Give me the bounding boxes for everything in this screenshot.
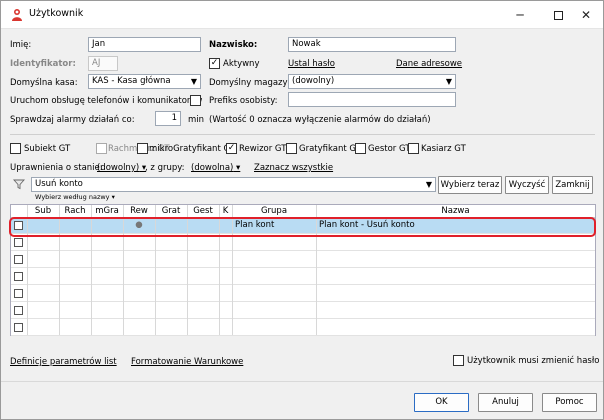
column-header-grupa[interactable]: Grupa: [232, 206, 316, 216]
search-hint-dropdown[interactable]: Wybierz według nazwy ▾: [35, 193, 115, 201]
module-subiekt-checkbox[interactable]: [10, 143, 21, 154]
aktywny-checkbox[interactable]: ✓: [209, 58, 220, 69]
table-row[interactable]: [11, 235, 595, 251]
imie-label: Imię:: [10, 40, 32, 50]
column-header-gest[interactable]: Gest: [187, 206, 219, 216]
prefiks-field[interactable]: [288, 92, 456, 107]
column-header-rew[interactable]: Rew: [123, 206, 155, 216]
module-rachmistrz-checkbox[interactable]: [96, 143, 107, 154]
row-checkbox[interactable]: [14, 323, 23, 332]
zaznacz-wszystkie-link[interactable]: Zaznacz wszystkie: [254, 163, 333, 173]
zamknij-button[interactable]: Zamknij: [552, 176, 593, 194]
z-grupy-label: , z grupy:: [145, 163, 185, 173]
maximize-icon: [553, 11, 563, 20]
ustal-haslo-link[interactable]: Ustal hasło: [288, 59, 335, 69]
wybierz-teraz-button[interactable]: Wybierz teraz: [438, 176, 502, 194]
aktywny-label: Aktywny: [223, 59, 260, 69]
domyslny-magazyn-label: Domyślny magazyn:: [209, 78, 296, 88]
sprawdzaj-label: Sprawdzaj alarmy działań co:: [10, 115, 135, 125]
minimize-button[interactable]: ─: [501, 1, 539, 29]
column-header-mgra[interactable]: mGra: [91, 206, 123, 216]
column-header-sub[interactable]: Sub: [27, 206, 59, 216]
uruchom-checkbox[interactable]: [190, 95, 201, 106]
uruchom-label: Uruchom obsługę telefonów i komunikatoró…: [10, 96, 203, 106]
section-divider: [10, 134, 595, 135]
column-header-rach[interactable]: Rach: [59, 206, 91, 216]
sprawdzaj-note: (Wartość 0 oznacza wyłączenie alarmów do…: [209, 115, 431, 125]
domyslna-kasa-select[interactable]: KAS - Kasa główna ▼: [88, 74, 201, 89]
musi-zmienic-checkbox[interactable]: [453, 355, 464, 366]
chevron-down-icon: ▼: [445, 77, 452, 86]
window-title: Użytkownik: [29, 8, 84, 19]
module-gratyfikant-label: Gratyfikant GT: [299, 144, 361, 154]
module-gestor-checkbox[interactable]: [355, 143, 366, 154]
wyczysc-button[interactable]: Wyczyść: [505, 176, 549, 194]
module-kasiarz-label: Kasiarz GT: [421, 144, 466, 154]
dane-adresowe-link[interactable]: Dane adresowe: [396, 59, 462, 69]
app-logo-icon: [12, 9, 22, 21]
ok-button[interactable]: OK: [414, 393, 469, 412]
chevron-down-icon: ▼: [425, 180, 432, 189]
domyslna-kasa-value: KAS - Kasa główna: [92, 76, 171, 86]
title-bar: Użytkownik ─ ✕: [1, 1, 603, 29]
musi-zmienic-label: Użytkownik musi zmienić hasło: [467, 356, 600, 366]
anuluj-button[interactable]: Anuluj: [478, 393, 533, 412]
table-row[interactable]: [11, 269, 595, 285]
column-header-nazwa[interactable]: Nazwa: [316, 206, 595, 216]
module-mikrogratyfikant-label: mikroGratyfikant GT: [149, 144, 235, 154]
row-checkbox[interactable]: [14, 272, 23, 281]
formatowanie-link[interactable]: Formatowanie Warunkowe: [131, 357, 243, 367]
table-row[interactable]: [11, 303, 595, 319]
table-row[interactable]: [11, 286, 595, 302]
row-checkbox[interactable]: [14, 255, 23, 264]
domyslny-magazyn-select[interactable]: (dowolny) ▼: [288, 74, 456, 89]
pomoc-button[interactable]: Pomoc: [542, 393, 597, 412]
funnel-icon: [13, 179, 25, 190]
grupa-dropdown[interactable]: (dowolna) ▾: [191, 163, 240, 173]
definicje-link[interactable]: Definicje parametrów list: [10, 357, 117, 367]
close-button[interactable]: ✕: [567, 1, 604, 29]
stan-value: (dowolny): [97, 163, 140, 173]
search-value: Usuń konto: [35, 179, 83, 189]
nazwisko-field[interactable]: Nowak: [288, 37, 456, 52]
column-header-grat[interactable]: Grat: [155, 206, 187, 216]
identyfikator-field[interactable]: AJ: [88, 56, 118, 71]
domyslna-kasa-label: Domyślna kasa:: [10, 78, 78, 88]
table-row[interactable]: [11, 252, 595, 268]
domyslny-magazyn-value: (dowolny): [292, 76, 335, 86]
module-subiekt-label: Subiekt GT: [24, 144, 71, 154]
selected-row-highlight: [9, 217, 596, 237]
module-gratyfikant-checkbox[interactable]: [286, 143, 297, 154]
imie-field[interactable]: Jan: [88, 37, 201, 52]
chevron-down-icon: ▼: [190, 77, 197, 86]
search-hint: Wybierz według nazwy: [35, 193, 110, 201]
min-label: min: [188, 115, 205, 125]
stan-dropdown[interactable]: (dowolny) ▾: [97, 163, 146, 173]
module-rewizor-label: Rewizor GT: [239, 144, 287, 154]
row-checkbox[interactable]: [14, 289, 23, 298]
nazwisko-label: Nazwisko:: [209, 40, 258, 50]
module-mikrogratyfikant-checkbox[interactable]: [137, 143, 148, 154]
prefiks-label: Prefiks osobisty:: [209, 96, 278, 106]
user-dialog-window: Użytkownik ─ ✕ Imię: Jan Nazwisko: Nowak…: [0, 0, 604, 420]
module-rewizor-checkbox[interactable]: ✓: [226, 143, 237, 154]
column-header-k[interactable]: K: [219, 206, 232, 216]
sprawdzaj-field[interactable]: 1: [155, 111, 181, 126]
module-kasiarz-checkbox[interactable]: [408, 143, 419, 154]
search-input[interactable]: Usuń konto ▼: [31, 177, 436, 192]
uprawnienia-label: Uprawnienia o stanie:: [10, 163, 103, 173]
table-row[interactable]: [11, 320, 595, 336]
module-gestor-label: Gestor GT: [368, 144, 411, 154]
grupa-value: (dowolna): [191, 163, 234, 173]
row-checkbox[interactable]: [14, 306, 23, 315]
identyfikator-label: Identyfikator:: [10, 59, 76, 69]
row-checkbox[interactable]: [14, 238, 23, 247]
